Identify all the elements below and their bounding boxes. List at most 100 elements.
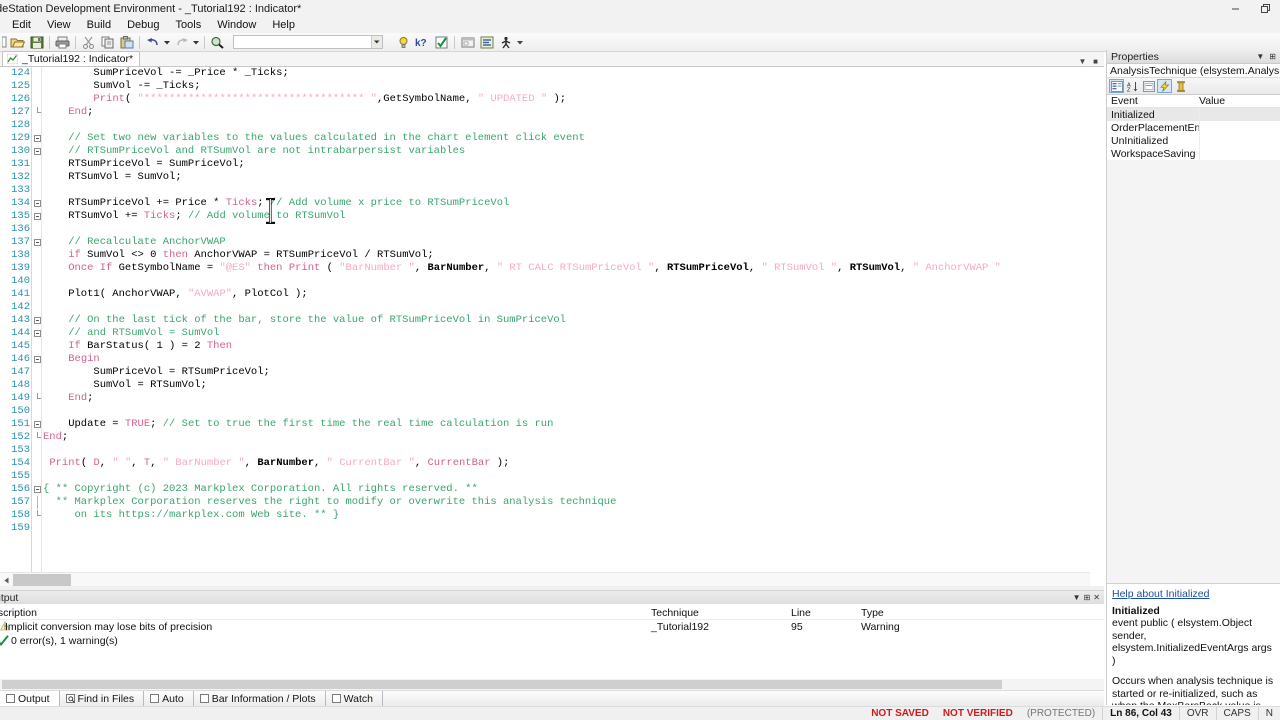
fold-collapse-icon[interactable] [34, 200, 41, 207]
menu-item-view[interactable]: View [39, 17, 79, 33]
fold-collapse-icon[interactable] [34, 421, 41, 428]
code-line[interactable]: if SumVol <> 0 then AnchorVWAP = RTSumPr… [43, 249, 1104, 262]
code-line[interactable]: RTSumPriceVol += Price * Ticks; // Add v… [43, 197, 1104, 210]
code-line[interactable]: // On the last tick of the bar, store th… [43, 314, 1104, 327]
output-scroll-thumb[interactable] [2, 680, 1002, 689]
menu-item-build[interactable]: Build [79, 17, 119, 33]
code-line[interactable]: on its https://markplex.com Web site. **… [43, 509, 1104, 522]
properties-row-workspacesaving[interactable]: WorkspaceSaving [1107, 147, 1280, 160]
code-line[interactable]: SumPriceVol -= _Price * _Ticks; [43, 67, 1104, 80]
fold-marker[interactable] [32, 210, 41, 223]
code-line[interactable]: RTSumVol = SumVol; [43, 171, 1104, 184]
fold-marker[interactable] [32, 483, 41, 496]
output-table-row[interactable]: Implicit conversion may lose bits of pre… [0, 620, 1104, 634]
fold-collapse-icon[interactable] [34, 486, 41, 493]
code-line[interactable]: End; [43, 106, 1104, 119]
tab-watch[interactable]: Watch [326, 691, 384, 706]
code-line[interactable] [43, 275, 1104, 288]
undo-dropdown-icon[interactable] [163, 34, 171, 51]
properties-object-selector[interactable]: AnalysisTechnique (elsystem.AnalysisTech… [1107, 64, 1280, 78]
fold-collapse-icon[interactable] [34, 330, 41, 337]
open-icon[interactable] [9, 34, 26, 51]
code-line[interactable]: RTSumPriceVol = SumPriceVol; [43, 158, 1104, 171]
code-line[interactable]: Print( D, " ", T, " BarNumber ", BarNumb… [43, 457, 1104, 470]
output-horizontal-scrollbar[interactable] [0, 679, 1104, 690]
tab-find-in-files[interactable]: Find in Files [60, 691, 145, 706]
code-line[interactable]: Once If GetSymbolName = "@ES" then Print… [43, 262, 1104, 275]
print-icon[interactable] [54, 34, 71, 51]
chevron-down-icon[interactable] [371, 36, 382, 48]
code-line[interactable] [43, 301, 1104, 314]
code-line[interactable]: Begin [43, 353, 1104, 366]
fold-marker[interactable] [32, 132, 41, 145]
restore-button[interactable] [1250, 0, 1280, 17]
output-panel-close-icon[interactable]: ✕ [1093, 593, 1100, 602]
editor-horizontal-scrollbar[interactable] [0, 572, 1090, 586]
code-line[interactable] [43, 119, 1104, 132]
menu-item-help[interactable]: Help [264, 17, 303, 33]
undo-icon[interactable] [144, 34, 161, 51]
fold-collapse-icon[interactable] [34, 356, 41, 363]
tabstrip-close-icon[interactable]: ■ [1090, 57, 1101, 66]
fold-marker[interactable] [32, 236, 41, 249]
format-icon[interactable] [478, 34, 495, 51]
menu-item-edit[interactable]: Edit [4, 17, 39, 33]
output-panel-menu-icon[interactable]: ▼ [1073, 593, 1081, 602]
code-line[interactable] [43, 444, 1104, 457]
code-line[interactable] [43, 522, 1104, 535]
properties-page-icon[interactable] [1141, 79, 1156, 93]
minimize-button[interactable] [1220, 0, 1250, 17]
fold-collapse-icon[interactable] [34, 239, 41, 246]
new-icon[interactable] [1, 34, 7, 51]
alphabetical-icon[interactable]: A Z [1125, 79, 1140, 93]
menu-item-debug[interactable]: Debug [119, 17, 167, 33]
code-folding-column[interactable] [31, 67, 42, 587]
output-panel-pin-icon[interactable]: ⊞ [1084, 593, 1091, 602]
code-line[interactable] [43, 405, 1104, 418]
code-line[interactable]: SumPriceVol = RTSumPriceVol; [43, 366, 1104, 379]
fold-collapse-icon[interactable] [34, 135, 41, 142]
events-lightning-icon[interactable] [1157, 79, 1172, 93]
tab-auto[interactable]: Auto [144, 691, 194, 706]
categorized-icon[interactable] [1109, 79, 1124, 93]
toolbar-combo[interactable] [233, 35, 383, 49]
property-pages-icon[interactable] [1173, 79, 1188, 93]
code-line[interactable]: ** Markplex Corporation reserves the rig… [43, 496, 1104, 509]
code-line[interactable]: Update = TRUE; // Set to true the first … [43, 418, 1104, 431]
fold-marker[interactable] [32, 327, 41, 340]
paste-icon[interactable] [118, 34, 135, 51]
fold-collapse-icon[interactable] [34, 213, 41, 220]
code-line[interactable]: Plot1( AnchorVWAP, "AVWAP", PlotCol ); [43, 288, 1104, 301]
properties-row-initialized[interactable]: Initialized [1107, 108, 1280, 121]
properties-row-uninitialized[interactable]: UnInitialized [1107, 134, 1280, 147]
code-line[interactable]: SumVol = RTSumVol; [43, 379, 1104, 392]
tab-bar-information-plots[interactable]: Bar Information / Plots [194, 691, 326, 706]
help-lightbulb-icon[interactable] [395, 34, 412, 51]
code-line[interactable]: If BarStatus( 1 ) = 2 Then [43, 340, 1104, 353]
code-line[interactable]: End; [43, 431, 1104, 444]
tab-output[interactable]: Output [0, 691, 60, 706]
properties-row-value[interactable] [1199, 108, 1280, 121]
code-line[interactable]: { ** Copyright (c) 2023 Markplex Corpora… [43, 483, 1104, 496]
code-line[interactable]: // RTSumPriceVol and RTSumVol are not in… [43, 145, 1104, 158]
code-line[interactable]: SumVol -= _Ticks; [43, 80, 1104, 93]
menu-item-window[interactable]: Window [209, 17, 264, 33]
cut-icon[interactable] [80, 34, 97, 51]
properties-pin-icon[interactable]: ⊞ [1269, 52, 1276, 61]
run-icon[interactable] [497, 34, 514, 51]
document-tab-tutorial192[interactable]: _Tutorial192 : Indicator* [2, 51, 141, 66]
fold-marker[interactable] [32, 418, 41, 431]
toolbar-overflow-icon[interactable] [516, 34, 525, 51]
code-text-area[interactable]: SumPriceVol -= _Price * _Ticks; SumVol -… [43, 67, 1104, 587]
fold-collapse-icon[interactable] [34, 148, 41, 155]
find-icon[interactable] [209, 34, 226, 51]
redo-dropdown-icon[interactable] [192, 34, 200, 51]
code-line[interactable]: Print( "********************************… [43, 93, 1104, 106]
code-editor[interactable]: 124 125 126 127 128 129 130 131 132 133 134 135 136 1… [0, 67, 1104, 587]
fold-collapse-icon[interactable] [34, 317, 41, 324]
fold-marker[interactable] [32, 197, 41, 210]
properties-menu-icon[interactable]: ▼ [1256, 52, 1264, 61]
code-line[interactable]: // and RTSumVol = SumVol [43, 327, 1104, 340]
menu-item-tools[interactable]: Tools [168, 17, 210, 33]
help-about-link[interactable]: Help about Initialized [1112, 588, 1209, 601]
